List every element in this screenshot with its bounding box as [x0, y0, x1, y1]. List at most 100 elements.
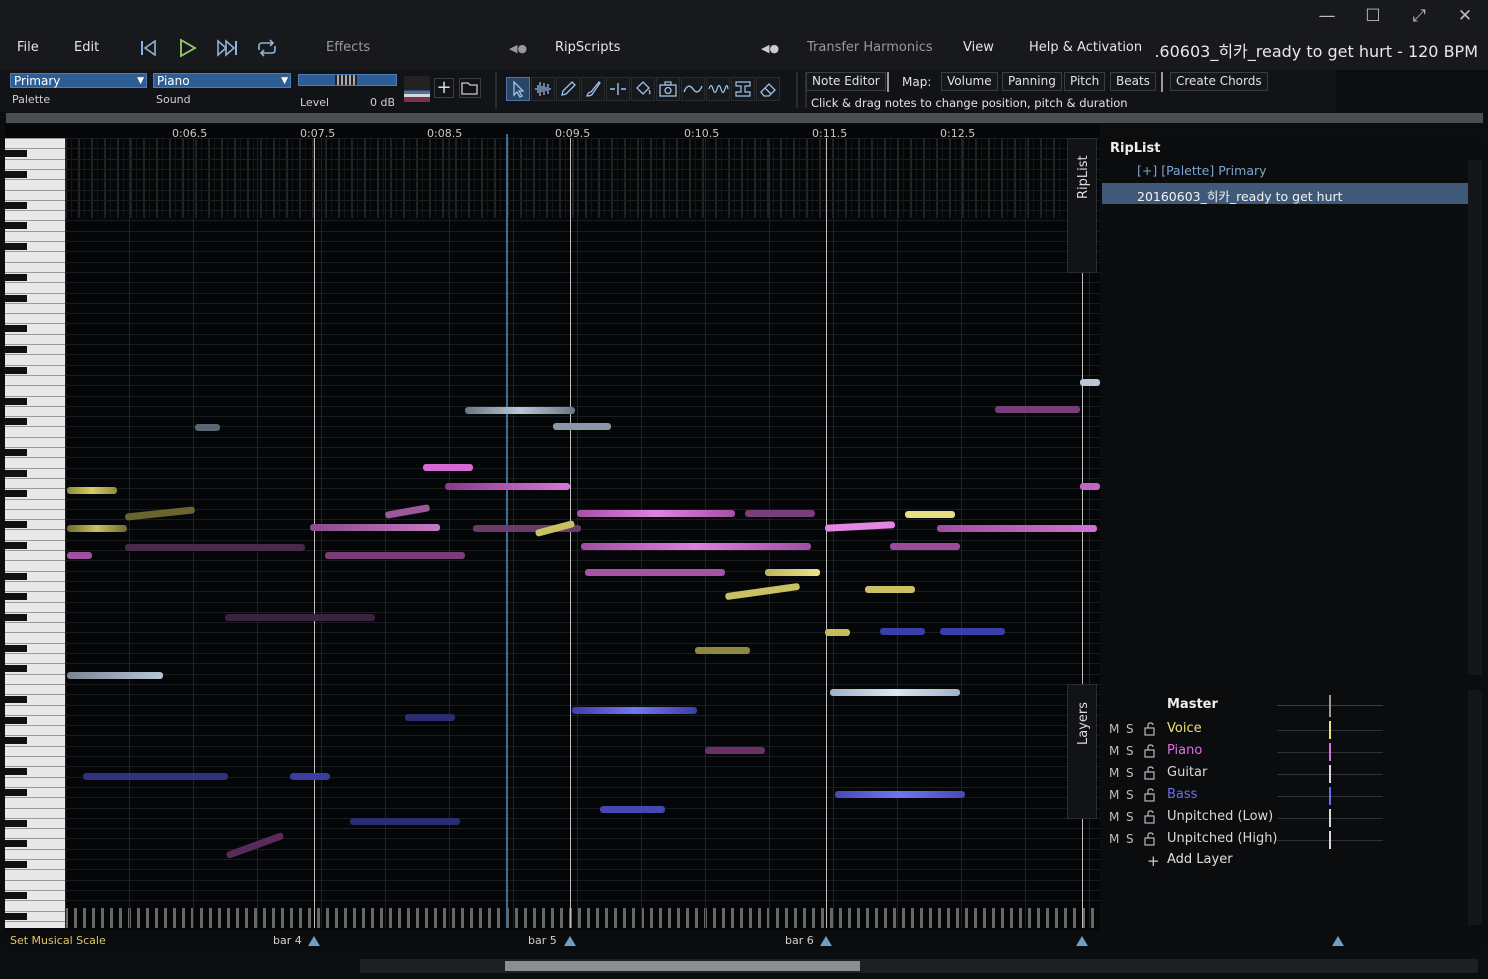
piano-black-key[interactable]: [5, 541, 27, 549]
minimize-icon[interactable]: —: [1312, 4, 1342, 28]
note-bass[interactable]: [83, 773, 228, 780]
mute-button[interactable]: M: [1109, 788, 1119, 802]
lock-icon[interactable]: [1142, 809, 1158, 825]
piano-black-key[interactable]: [5, 469, 27, 477]
bar-ruler[interactable]: Set Musical Scale bar 4 bar 5 bar 6: [5, 930, 1483, 950]
note-bass[interactable]: [835, 791, 965, 798]
note-piano[interactable]: [423, 464, 473, 471]
wave-tool-button[interactable]: [706, 77, 730, 101]
maximize-icon[interactable]: ☐: [1358, 4, 1388, 28]
piano-keyboard[interactable]: [5, 138, 65, 928]
piano-black-key[interactable]: [5, 346, 27, 353]
note-piano[interactable]: [577, 510, 735, 517]
piano-black-key[interactable]: [5, 366, 27, 374]
note-piano[interactable]: [225, 614, 375, 621]
layer-row[interactable]: M S Piano: [1102, 741, 1462, 763]
solo-button[interactable]: S: [1126, 832, 1134, 846]
sound-select[interactable]: Piano ▼: [153, 73, 291, 88]
scrollbar-thumb[interactable]: [505, 961, 860, 971]
eraser-tool-button[interactable]: [756, 77, 780, 101]
note-piano[interactable]: [890, 543, 960, 550]
piano-black-key[interactable]: [5, 243, 27, 250]
layer-row[interactable]: M S Bass: [1102, 785, 1462, 807]
tab-riplist[interactable]: RipList: [1067, 138, 1097, 273]
piano-black-key[interactable]: [5, 840, 27, 848]
riplist-item[interactable]: [+] [Palette] Primary: [1137, 163, 1267, 178]
note-piano[interactable]: [125, 544, 305, 551]
layer-row[interactable]: M S Unpitched (High): [1102, 829, 1462, 851]
note-guitar[interactable]: [67, 672, 163, 679]
piano-black-key[interactable]: [5, 696, 27, 704]
menu-transfer-harmonics[interactable]: Transfer Harmonics: [807, 40, 933, 55]
bar-marker-icon[interactable]: [564, 936, 576, 946]
piano-black-key[interactable]: [5, 150, 27, 158]
piano-black-key[interactable]: [5, 861, 27, 868]
piano-black-key[interactable]: [5, 644, 27, 652]
note-piano[interactable]: [745, 510, 815, 517]
pan-slider-handle[interactable]: [1329, 743, 1331, 761]
play-icon[interactable]: [175, 36, 201, 60]
bar-marker-icon[interactable]: [1332, 936, 1344, 946]
note-guitar[interactable]: [1080, 379, 1100, 386]
note-editor-button[interactable]: Note Editor: [806, 72, 886, 91]
solo-button[interactable]: S: [1126, 788, 1134, 802]
menu-file[interactable]: File: [17, 40, 39, 55]
solo-button[interactable]: S: [1126, 766, 1134, 780]
piano-black-key[interactable]: [5, 397, 27, 405]
lock-icon[interactable]: [1142, 831, 1158, 847]
piano-black-key[interactable]: [5, 201, 27, 209]
note-piano[interactable]: [995, 406, 1080, 413]
note-piano[interactable]: [581, 543, 811, 550]
add-icon[interactable]: +: [434, 78, 454, 98]
layer-name[interactable]: Bass: [1167, 787, 1197, 802]
fill-tool-button[interactable]: [631, 77, 655, 101]
layer-row[interactable]: M S Unpitched (Low): [1102, 807, 1462, 829]
menu-effects[interactable]: Effects: [326, 40, 370, 55]
riplist-item-selected[interactable]: 20160603_히카_ready to get hurt: [1102, 183, 1468, 204]
menu-ripscripts[interactable]: RipScripts: [555, 40, 620, 55]
mute-button[interactable]: M: [1109, 722, 1119, 736]
note-bass[interactable]: [290, 773, 330, 780]
note-guitar[interactable]: [465, 407, 575, 414]
close-icon[interactable]: ✕: [1450, 4, 1480, 28]
note-piano[interactable]: [384, 504, 431, 519]
piano-black-key[interactable]: [5, 819, 27, 827]
waveform-tool-button[interactable]: [531, 77, 555, 101]
lock-icon[interactable]: [1142, 721, 1158, 737]
add-layer-button[interactable]: Add Layer: [1167, 852, 1233, 867]
brush-tool-button[interactable]: [581, 77, 605, 101]
layer-name[interactable]: Unpitched (Low): [1167, 809, 1273, 824]
create-chords-button[interactable]: Create Chords: [1170, 72, 1268, 91]
skip-back-icon[interactable]: [136, 36, 162, 60]
note-voice[interactable]: [865, 586, 915, 593]
piano-black-key[interactable]: [5, 325, 27, 333]
note-piano[interactable]: [705, 747, 765, 754]
fast-forward-icon[interactable]: [214, 36, 240, 60]
note-piano[interactable]: [310, 524, 440, 531]
note-guitar[interactable]: [830, 689, 960, 696]
scrollbar[interactable]: [1468, 160, 1482, 675]
note-bass[interactable]: [350, 818, 460, 825]
pan-slider-handle[interactable]: [1329, 809, 1331, 827]
note-piano[interactable]: [325, 552, 465, 559]
camera-tool-button[interactable]: [656, 77, 680, 101]
speaker-icon[interactable]: ◀●: [509, 42, 527, 55]
note-piano[interactable]: [585, 569, 725, 576]
note-piano[interactable]: [1080, 483, 1100, 490]
level-slider[interactable]: [298, 74, 397, 86]
pan-slider-handle[interactable]: [1329, 695, 1331, 717]
lock-icon[interactable]: [1142, 765, 1158, 781]
open-folder-icon[interactable]: [459, 78, 481, 98]
piano-black-key[interactable]: [5, 418, 27, 426]
layer-name[interactable]: Unpitched (High): [1167, 831, 1278, 846]
solo-button[interactable]: S: [1126, 744, 1134, 758]
pencil-tool-button[interactable]: [556, 77, 580, 101]
speaker-icon[interactable]: ◀●: [761, 42, 779, 55]
pitch-map-button[interactable]: Pitch: [1064, 72, 1106, 91]
bar-marker-icon[interactable]: [1076, 936, 1088, 946]
pan-slider-handle[interactable]: [1329, 765, 1331, 783]
piano-black-key[interactable]: [5, 170, 27, 178]
piano-black-key[interactable]: [5, 891, 27, 899]
stamp-tool-button[interactable]: [731, 77, 755, 101]
piano-black-key[interactable]: [5, 737, 27, 745]
